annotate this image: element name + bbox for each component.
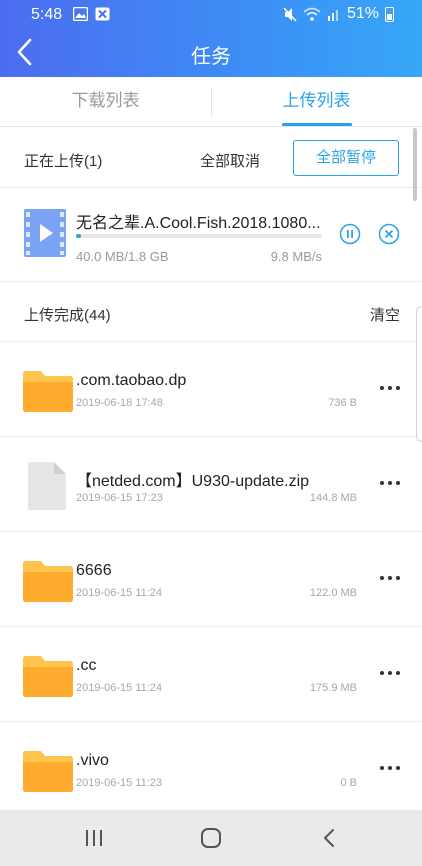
cancel-upload-icon[interactable] — [378, 223, 400, 245]
file-date: 2019-06-15 17:23 — [76, 492, 163, 504]
status-bar: 5:48 51% — [0, 0, 422, 30]
more-options-icon[interactable] — [378, 756, 402, 780]
system-nav-bar — [0, 810, 422, 866]
cancel-all-button[interactable]: 全部取消 — [200, 150, 260, 171]
status-right: 51% — [283, 5, 394, 23]
file-size: 122.0 MB — [309, 587, 357, 599]
file-size: 175.9 MB — [309, 682, 357, 694]
home-icon[interactable] — [197, 824, 225, 852]
completed-section-header: 上传完成(44) 清空 — [0, 282, 422, 342]
list-item[interactable]: 【netded.com】U930-update.zip 2019-06-15 1… — [0, 437, 422, 532]
file-icon — [28, 462, 66, 510]
back-icon[interactable] — [316, 824, 344, 852]
more-options-icon[interactable] — [378, 471, 402, 495]
file-date: 2019-06-15 11:24 — [76, 587, 163, 599]
signal-icon — [327, 10, 338, 21]
folder-icon — [23, 656, 73, 697]
list-item[interactable]: 6666 2019-06-15 11:24 122.0 MB — [0, 532, 422, 627]
app-header: 5:48 51% 任务 — [0, 0, 422, 77]
tab-upload-list[interactable]: 上传列表 — [211, 77, 422, 127]
battery-icon — [385, 6, 394, 22]
file-date: 2019-06-15 11:23 — [76, 777, 163, 789]
uploading-size-progress: 40.0 MB/1.8 GB — [76, 249, 169, 264]
file-date: 2019-06-15 11:24 — [76, 682, 163, 694]
file-size: 144.8 MB — [309, 492, 357, 504]
folder-icon — [23, 561, 73, 602]
file-name: 6666 — [76, 562, 112, 579]
edge-panel-handle[interactable] — [416, 306, 422, 442]
page-title: 任务 — [191, 46, 231, 68]
file-name: 【netded.com】U930-update.zip — [76, 473, 310, 490]
list-item[interactable]: .vivo 2019-06-15 11:23 0 B — [0, 722, 422, 810]
video-file-icon — [24, 209, 66, 257]
upload-progress-bar — [76, 234, 322, 238]
more-options-icon[interactable] — [378, 376, 402, 400]
battery-percent: 51% — [346, 5, 379, 22]
pause-icon[interactable] — [339, 223, 361, 245]
mute-icon — [283, 6, 297, 22]
clear-button[interactable]: 清空 — [370, 304, 400, 325]
scrollbar[interactable] — [413, 128, 417, 201]
file-name: .cc — [76, 657, 97, 674]
file-name: .com.taobao.dp — [76, 372, 187, 389]
uploading-speed: 9.8 MB/s — [270, 249, 322, 264]
file-date: 2019-06-18 17:48 — [76, 397, 163, 409]
tab-download-list[interactable]: 下载列表 — [0, 77, 211, 127]
uploading-item[interactable]: 无名之辈.A.Cool.Fish.2018.1080... 40.0 MB/1.… — [0, 189, 422, 282]
list-item[interactable]: .cc 2019-06-15 11:24 175.9 MB — [0, 627, 422, 722]
file-size: 0 B — [340, 777, 357, 789]
folder-icon — [23, 371, 73, 412]
tab-bar: 下载列表 上传列表 — [0, 77, 422, 127]
file-name: .vivo — [76, 752, 109, 769]
wifi-icon — [303, 7, 321, 21]
folder-icon — [23, 751, 73, 792]
more-options-icon[interactable] — [378, 566, 402, 590]
gallery-icon — [73, 7, 88, 21]
recent-apps-icon[interactable] — [80, 824, 108, 852]
app-notification-icon — [95, 7, 110, 21]
completed-heading: 上传完成(44) — [24, 307, 111, 324]
active-tab-indicator — [282, 123, 352, 126]
more-options-icon[interactable] — [378, 661, 402, 685]
file-size: 736 B — [328, 397, 357, 409]
pause-all-button[interactable]: 全部暂停 — [293, 140, 399, 176]
uploading-heading: 正在上传(1) — [24, 153, 103, 170]
status-time: 5:48 — [31, 6, 63, 23]
list-item[interactable]: .com.taobao.dp 2019-06-18 17:48 736 B — [0, 342, 422, 437]
uploading-file-name: 无名之辈.A.Cool.Fish.2018.1080... — [76, 215, 321, 232]
upload-progress-fill — [76, 234, 82, 238]
